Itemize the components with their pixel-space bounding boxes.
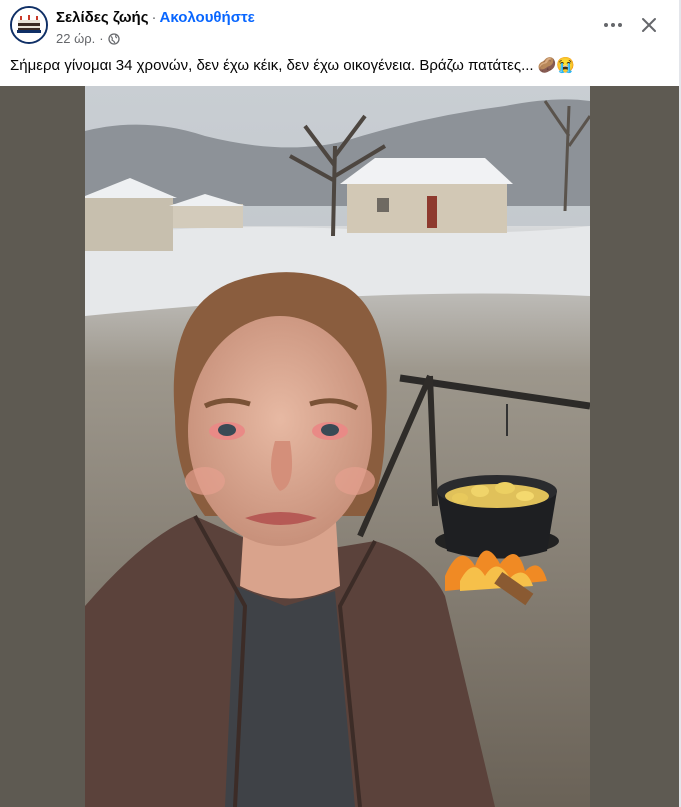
close-button[interactable] [636, 12, 662, 38]
more-horizontal-icon [604, 23, 622, 27]
post-caption: Σήμερα γίνομαι 34 χρονών, δεν έχω κέικ, … [10, 56, 670, 76]
follow-button[interactable]: Ακολουθήστε [160, 9, 255, 26]
author-line: Σελίδες ζωής · Ακολουθήστε [56, 9, 255, 26]
meta-separator: · [99, 31, 104, 46]
more-options-button[interactable] [600, 12, 626, 38]
page-name[interactable]: Σελίδες ζωής [56, 9, 149, 26]
post-meta: 22 ώρ. · [56, 31, 120, 46]
close-icon [642, 18, 656, 32]
avatar-image [12, 8, 46, 42]
post-header: Σελίδες ζωής · Ακολουθήστε 22 ώρ. · [0, 0, 679, 52]
caption-emojis: 🥔😭 [537, 57, 576, 74]
caption-text: Σήμερα γίνομαι 34 χρονών, δεν έχω κέικ, … [10, 57, 534, 74]
post-card: Σελίδες ζωής · Ακολουθήστε 22 ώρ. · Σήμε… [0, 0, 681, 807]
post-photo[interactable] [85, 86, 590, 807]
page-avatar[interactable] [10, 6, 48, 44]
globe-icon[interactable] [107, 32, 120, 45]
separator-dot: · [151, 9, 157, 26]
post-media[interactable] [0, 86, 679, 807]
post-time[interactable]: 22 ώρ. [56, 31, 95, 46]
photo-scene [85, 86, 590, 807]
